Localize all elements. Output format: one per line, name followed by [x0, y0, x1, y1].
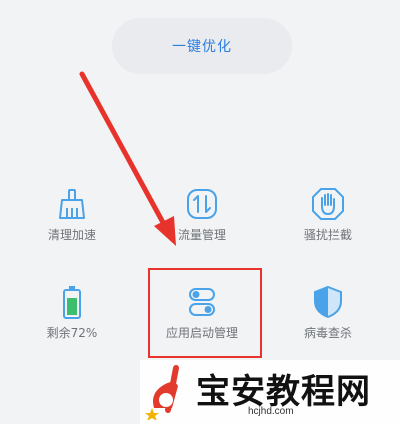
- tile-virus-scan-label: 病毒查杀: [303, 326, 352, 340]
- phone-manager-screen: 一键优化 清理加速 流量管理 骚扰拦截 剩余72% 应用启动管理 病毒查杀 宝安…: [0, 0, 400, 424]
- tile-traffic-management-label: 流量管理: [177, 228, 226, 242]
- tile-battery-label: 剩余72%: [46, 326, 98, 340]
- tile-clean-speedup[interactable]: 清理加速: [12, 186, 132, 266]
- tile-virus-scan[interactable]: 病毒查杀: [268, 284, 388, 364]
- tile-harassment-block-label: 骚扰拦截: [303, 228, 352, 242]
- broom-icon: [59, 189, 85, 219]
- data-transfer-icon: [187, 189, 217, 219]
- hand-block-icon: [312, 188, 344, 220]
- tile-battery[interactable]: 剩余72%: [12, 284, 132, 364]
- highlight-box-annotation: [148, 268, 262, 358]
- one-key-optimize-label: 一键优化: [172, 39, 232, 55]
- site-watermark: 宝安教程网 hcjhd.com: [140, 360, 400, 424]
- tile-clean-speedup-label: 清理加速: [47, 228, 96, 242]
- battery-icon: [63, 286, 81, 319]
- site-url: hcjhd.com: [248, 406, 294, 417]
- shield-icon: [314, 285, 342, 319]
- tile-harassment-block[interactable]: 骚扰拦截: [268, 186, 388, 266]
- one-key-optimize-button[interactable]: 一键优化: [112, 18, 292, 74]
- site-logo-icon: [145, 365, 179, 420]
- tile-traffic-management[interactable]: 流量管理: [142, 186, 262, 266]
